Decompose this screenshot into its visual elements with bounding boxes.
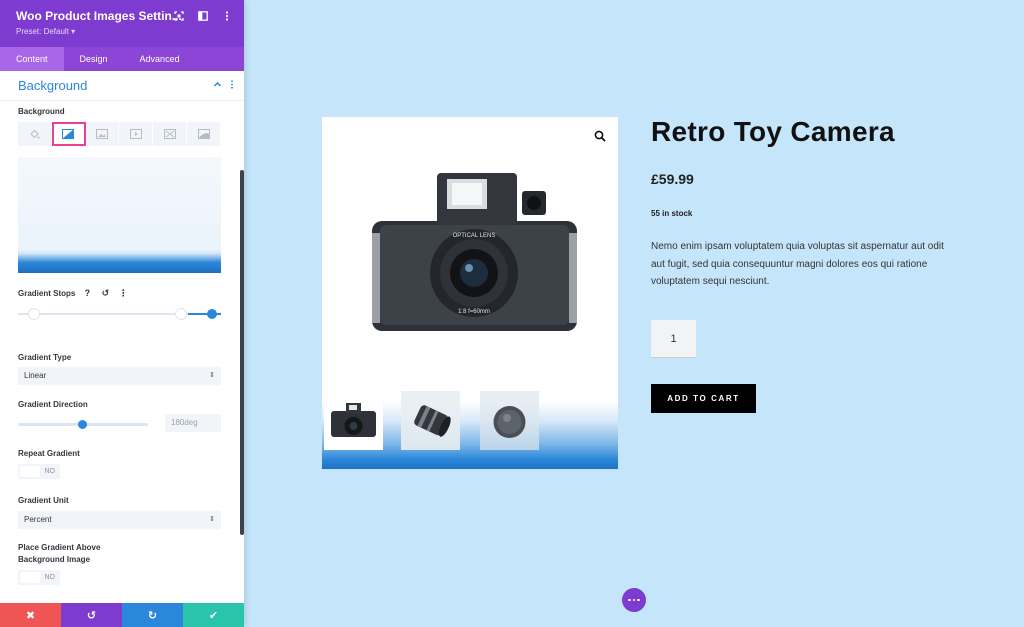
thumbnail-strip (322, 372, 618, 469)
svg-text:OPTICAL LENS: OPTICAL LENS (453, 233, 496, 239)
product-price: £59.99 (651, 171, 694, 187)
lens-thumbnail-image (401, 391, 460, 450)
panel-tabs: Content Design Advanced (0, 47, 244, 71)
quantity-input[interactable]: 1 (651, 320, 696, 358)
product-main-image[interactable]: OPTICAL LENS 1:8 f=60mm (372, 173, 577, 331)
camera-thumbnail-image (331, 403, 376, 437)
background-section-header[interactable]: Background (0, 71, 244, 101)
redo-button[interactable]: ↻ (122, 603, 183, 627)
panel-scrollbar[interactable] (240, 170, 244, 535)
more-options-icon[interactable] (222, 11, 232, 21)
action-bar: ✖ ↺ ↻ ✔ (0, 603, 244, 627)
place-above-toggle[interactable]: NO (18, 570, 60, 585)
repeat-gradient-label: Repeat Gradient (18, 449, 80, 458)
sidebar-toggle-icon[interactable] (198, 11, 208, 21)
gradient-type-select[interactable]: Linear ⇕ (18, 367, 221, 385)
paint-bucket-icon (30, 129, 40, 138)
gradient-type-label: Gradient Type (18, 353, 72, 362)
save-button[interactable]: ✔ (183, 603, 244, 627)
place-above-label-line2: Background Image (18, 555, 91, 564)
tab-design[interactable]: Design (64, 47, 124, 71)
gradient-type-value: Linear (24, 371, 47, 380)
tab-advanced[interactable]: Advanced (124, 47, 196, 71)
gradient-direction-slider[interactable] (18, 420, 148, 429)
page-settings-button[interactable] (622, 588, 646, 612)
panel-header: Woo Product Images Settin... Preset: Def… (0, 0, 244, 47)
preset-dropdown[interactable]: Preset: Default ▾ (16, 27, 228, 36)
thumbnail-2[interactable] (401, 391, 460, 450)
header-icons (174, 11, 232, 21)
gradient-stop-handle-end[interactable] (207, 309, 217, 319)
settings-panel: Woo Product Images Settin... Preset: Def… (0, 0, 244, 627)
bg-tab-video[interactable] (119, 122, 154, 146)
zoom-icon[interactable] (594, 129, 606, 147)
add-to-cart-button[interactable]: ADD TO CART (651, 384, 756, 413)
thumbnail-1[interactable] (324, 391, 383, 450)
bg-tab-image[interactable] (86, 122, 120, 146)
toggle-knob (20, 466, 40, 477)
dot-icon (632, 598, 636, 602)
gradient-unit-label: Gradient Unit (18, 496, 69, 505)
select-arrows-icon: ⇕ (209, 516, 215, 523)
chevron-up-icon[interactable] (213, 80, 222, 92)
video-icon (129, 129, 142, 139)
product-description: Nemo enim ipsam voluptatem quia voluptas… (651, 241, 944, 287)
bg-tab-gradient[interactable] (51, 122, 86, 146)
product-title: Retro Toy Camera (651, 116, 895, 147)
section-tools (213, 80, 234, 92)
section-title: Background (18, 78, 88, 93)
tab-content[interactable]: Content (0, 47, 64, 71)
pattern-icon (163, 129, 176, 139)
product-gallery: OPTICAL LENS 1:8 f=60mm (322, 117, 618, 469)
slider-knob[interactable] (78, 420, 87, 429)
svg-text:1:8 f=60mm: 1:8 f=60mm (458, 309, 490, 315)
toggle-state: NO (44, 468, 56, 475)
place-above-label-line1: Place Gradient Above (18, 543, 101, 552)
background-label: Background (18, 107, 65, 116)
select-arrows-icon: ⇕ (209, 372, 215, 379)
gradient-preview (18, 157, 221, 273)
repeat-gradient-toggle[interactable]: NO (18, 464, 60, 479)
thumbnail-3[interactable] (480, 391, 539, 450)
gradient-direction-label: Gradient Direction (18, 400, 88, 409)
gradient-icon (62, 129, 75, 139)
section-more-icon[interactable] (230, 80, 234, 92)
gradient-unit-value: Percent (24, 515, 52, 524)
gradient-unit-select[interactable]: Percent ⇕ (18, 511, 221, 529)
dot-icon (628, 598, 631, 602)
image-icon (96, 129, 109, 139)
gradient-stops-track[interactable] (18, 308, 221, 320)
toggle-knob (20, 572, 40, 583)
stops-more-icon[interactable]: ⋮ (117, 287, 129, 299)
reset-icon[interactable]: ↺ (99, 287, 111, 299)
dot-icon (637, 598, 640, 602)
gradient-stops-label: Gradient Stops (18, 288, 76, 298)
background-type-tabs (18, 122, 221, 146)
undo-button[interactable]: ↺ (61, 603, 122, 627)
toggle-state: NO (44, 574, 56, 581)
panel-body: Background Background Gradient Stops ? ↺… (0, 71, 244, 603)
lens-cap-thumbnail-image (480, 391, 539, 450)
bg-tab-mask[interactable] (187, 122, 221, 146)
mask-icon (197, 129, 210, 139)
gradient-stop-handle-mid[interactable] (175, 308, 187, 320)
gradient-stops-row: Gradient Stops ? ↺ ⋮ (18, 287, 129, 299)
discard-button[interactable]: ✖ (0, 603, 61, 627)
gradient-direction-input[interactable]: 180deg (165, 414, 221, 432)
bg-tab-pattern[interactable] (153, 122, 188, 146)
bg-tab-color[interactable] (18, 122, 52, 146)
expand-icon[interactable] (174, 11, 184, 21)
help-icon[interactable]: ? (81, 287, 93, 299)
stock-status: 55 in stock (651, 209, 693, 218)
gradient-stop-handle-start[interactable] (28, 308, 40, 320)
